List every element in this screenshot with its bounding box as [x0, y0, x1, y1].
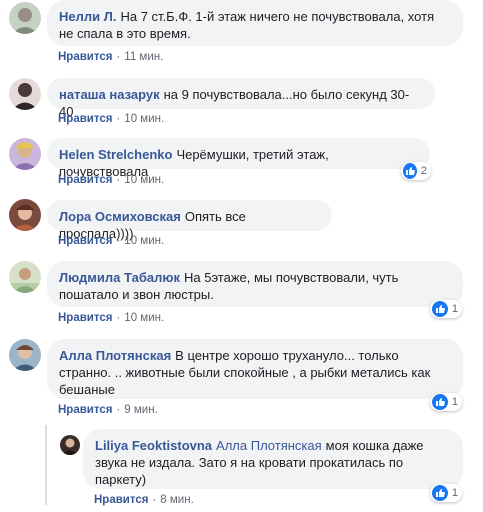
- comment-author[interactable]: Helen Strelchenko: [59, 147, 172, 162]
- comment-author[interactable]: Liliya Feoktistovna: [95, 438, 212, 453]
- reactions-count[interactable]: 1: [430, 393, 462, 411]
- like-reaction-icon: [432, 394, 448, 410]
- comment-actions: Нравится · 8 мин.: [94, 494, 194, 506]
- avatar[interactable]: [9, 2, 41, 34]
- comment-time[interactable]: 10 мин.: [124, 235, 164, 247]
- comment-bubble: наташа назарук на 9 почувствовала...но бы…: [47, 78, 435, 119]
- reply-thread-line: [45, 425, 47, 505]
- comment-time[interactable]: 8 мин.: [160, 494, 193, 506]
- comment-time[interactable]: 10 мин.: [124, 174, 164, 186]
- comment-actions: Нравится · 10 мин.: [58, 113, 165, 125]
- reactions-count[interactable]: 1: [430, 300, 462, 318]
- like-button[interactable]: Нравится: [58, 113, 112, 125]
- comment-author[interactable]: Лора Осмиховская: [59, 209, 181, 224]
- reaction-count: 1: [451, 303, 458, 315]
- like-button[interactable]: Нравится: [58, 235, 112, 247]
- avatar[interactable]: [9, 199, 41, 231]
- comment-bubble: Helen Strelchenko Черёмушки, третий этаж,…: [47, 138, 430, 179]
- comment-actions: Нравится · 10 мин.: [58, 312, 165, 324]
- comment-author[interactable]: Нелли Л.: [59, 9, 116, 24]
- comment-time[interactable]: 10 мин.: [124, 113, 164, 125]
- like-button[interactable]: Нравится: [58, 404, 112, 416]
- avatar[interactable]: [9, 339, 41, 371]
- comment-author[interactable]: наташа назарук: [59, 87, 160, 102]
- comment-time[interactable]: 9 мин.: [124, 404, 157, 416]
- avatar[interactable]: [9, 261, 41, 293]
- comment-bubble: Людмила Табалюк На 5этаже, мы почувствова…: [47, 261, 463, 307]
- reaction-count: 1: [451, 396, 458, 408]
- avatar[interactable]: [60, 435, 80, 455]
- like-button[interactable]: Нравится: [94, 494, 148, 506]
- like-reaction-icon: [432, 301, 448, 317]
- like-reaction-icon: [432, 485, 448, 501]
- reactions-count[interactable]: 2: [401, 162, 431, 180]
- comment-bubble: Алла Плотянская В центре хорошо трухануло…: [47, 339, 463, 399]
- comment-bubble: Нелли Л. На 7 ст.Б.Ф. 1-й этаж ничего не …: [47, 0, 463, 46]
- comment-time[interactable]: 11 мин.: [124, 51, 163, 63]
- comment-actions: Нравится · 10 мин.: [58, 174, 165, 186]
- comment-actions: Нравится · 10 мин.: [58, 235, 165, 247]
- comment-actions: Нравится · 11 мин.: [58, 51, 164, 63]
- like-button[interactable]: Нравится: [58, 51, 112, 63]
- comment-bubble: Liliya Feoktistovna Алла Плотянская моя ко…: [83, 429, 463, 489]
- like-button[interactable]: Нравится: [58, 312, 112, 324]
- comment-actions: Нравится · 9 мин.: [58, 404, 158, 416]
- reactions-count[interactable]: 1: [430, 484, 462, 502]
- like-reaction-icon: [403, 163, 417, 179]
- reaction-count: 2: [420, 165, 427, 177]
- comment-time[interactable]: 10 мин.: [124, 312, 164, 324]
- comment-mention[interactable]: Алла Плотянская: [216, 438, 322, 453]
- reaction-count: 1: [451, 487, 458, 499]
- comment-author[interactable]: Людмила Табалюк: [59, 270, 180, 285]
- like-button[interactable]: Нравится: [58, 174, 112, 186]
- comment-bubble: Лора Осмиховская Опять все проспала)))): [47, 200, 332, 241]
- avatar[interactable]: [9, 138, 41, 170]
- avatar[interactable]: [9, 78, 41, 110]
- comment-author[interactable]: Алла Плотянская: [59, 348, 171, 363]
